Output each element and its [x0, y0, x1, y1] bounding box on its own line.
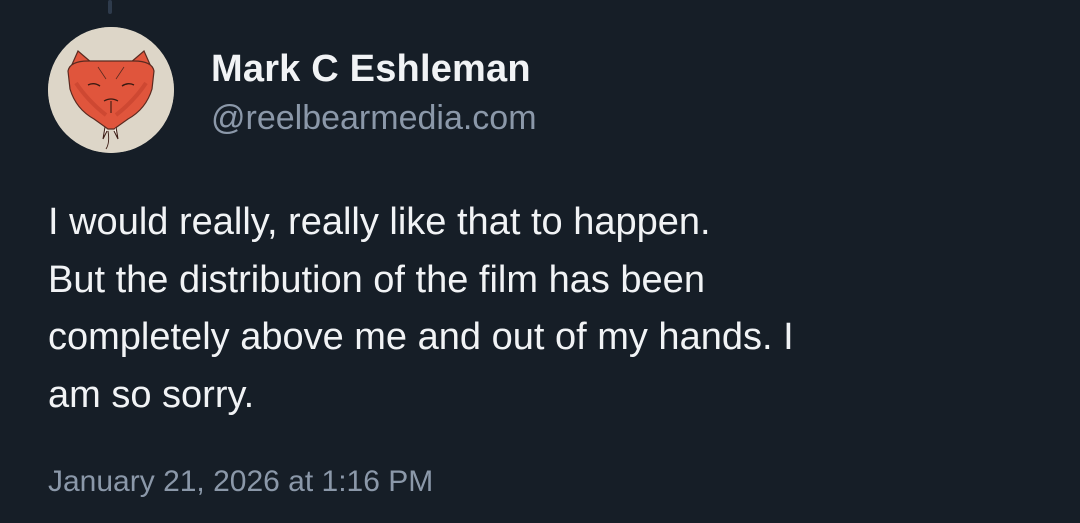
post-text: I would really, really like that to happ…	[48, 194, 1048, 424]
post-card: Mark C Eshleman @reelbearmedia.com I wou…	[0, 0, 1080, 523]
post-text-line: I would really, really like that to happ…	[48, 201, 711, 243]
post-text-line: am so sorry.	[48, 373, 255, 416]
display-name[interactable]: Mark C Eshleman	[211, 46, 531, 92]
avatar[interactable]	[48, 27, 174, 153]
bear-face-sketch-icon	[48, 27, 174, 153]
post-timestamp[interactable]: January 21, 2026 at 1:16 PM	[48, 460, 433, 504]
post-text-line: completely above me and out of my hands.…	[48, 316, 794, 358]
thread-line	[108, 0, 112, 14]
post-text-line: But the distribution of the film has bee…	[48, 258, 705, 301]
author-handle[interactable]: @reelbearmedia.com	[211, 96, 537, 140]
